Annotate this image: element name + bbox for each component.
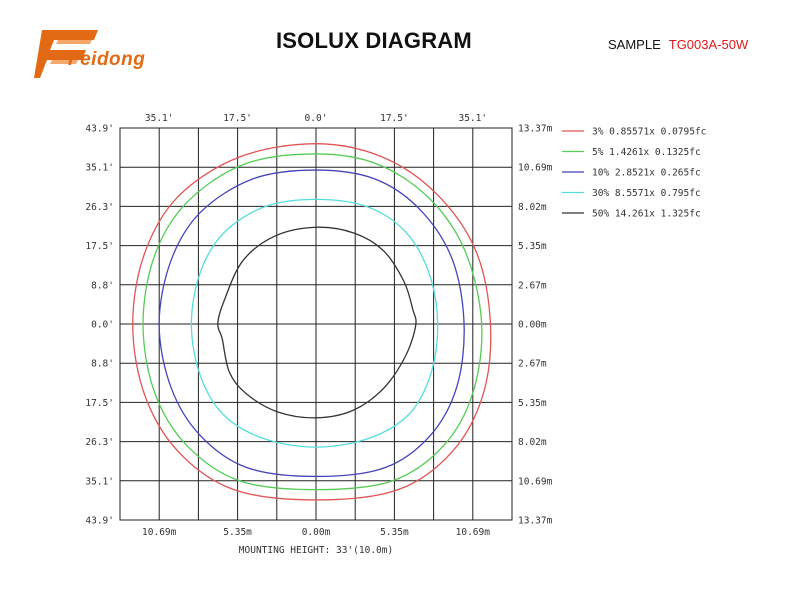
y-tick-right: 10.69m: [518, 476, 553, 487]
chart-tick-labels: 35.1' 17.5' 0.0' 17.5' 35.1' 10.69m 5.35m 0.00m…: [85, 113, 552, 538]
y-tick-left: 35.1': [85, 476, 114, 487]
x-tick-bottom: 5.35m: [223, 527, 252, 538]
x-tick-top: 17.5': [380, 113, 409, 124]
y-tick-left: 35.1': [85, 163, 114, 174]
y-tick-right: 2.67m: [518, 280, 547, 291]
y-tick-left: 43.9': [85, 124, 114, 135]
y-tick-right: 0.00m: [518, 320, 547, 331]
x-tick-bottom: 10.69m: [142, 527, 177, 538]
x-axis-title: MOUNTING HEIGHT: 33'(10.0m): [239, 545, 393, 556]
legend-label-5: 50% 14.261x 1.325fc: [592, 209, 701, 220]
x-tick-bottom: 10.69m: [456, 527, 491, 538]
x-tick-bottom: 0.00m: [302, 527, 331, 538]
y-tick-left: 17.5': [85, 398, 114, 409]
x-tick-top: 35.1': [458, 113, 487, 124]
isolux-curve-3: [158, 169, 465, 478]
y-tick-right: 10.69m: [518, 163, 553, 174]
legend-label-2: 5% 1.4261x 0.1325fc: [592, 147, 701, 158]
isolux-page: Feidong ISOLUX DIAGRAM SAMPLE TG003A-50W …: [0, 0, 800, 600]
legend-label-3: 10% 2.8521x 0.265fc: [592, 168, 701, 179]
y-tick-right: 13.37m: [518, 124, 553, 135]
y-tick-left: 0.0': [91, 320, 114, 331]
y-tick-right: 2.67m: [518, 359, 547, 370]
y-tick-right: 8.02m: [518, 437, 547, 448]
isolux-curve-2: [142, 153, 483, 491]
y-tick-left: 17.5': [85, 241, 114, 252]
y-tick-left: 8.8': [91, 280, 114, 291]
y-tick-right: 13.37m: [518, 516, 553, 527]
y-tick-left: 26.3': [85, 202, 114, 213]
y-tick-left: 26.3': [85, 437, 114, 448]
x-tick-bottom: 5.35m: [380, 527, 409, 538]
chart-grid: [119, 127, 513, 521]
legend-label-4: 30% 8.5571x 0.795fc: [592, 188, 701, 199]
legend-label-1: 3% 0.85571x 0.0795fc: [592, 127, 706, 138]
y-tick-right: 8.02m: [518, 202, 547, 213]
x-tick-top: 17.5': [223, 113, 252, 124]
isolux-curves: [132, 143, 492, 501]
isolux-chart: 35.1' 17.5' 0.0' 17.5' 35.1' 10.69m 5.35m 0.00m…: [85, 113, 706, 556]
x-tick-top: 35.1': [145, 113, 174, 124]
y-tick-left: 43.9': [85, 516, 114, 527]
isolux-curve-5: [217, 226, 417, 419]
y-tick-right: 5.35m: [518, 398, 547, 409]
chart-legend: 3% 0.85571x 0.0795fc 5% 1.4261x 0.1325fc 1…: [562, 127, 706, 220]
isolux-curve-4: [190, 198, 439, 448]
y-tick-left: 8.8': [91, 359, 114, 370]
x-tick-top: 0.0': [305, 113, 328, 124]
y-tick-right: 5.35m: [518, 241, 547, 252]
